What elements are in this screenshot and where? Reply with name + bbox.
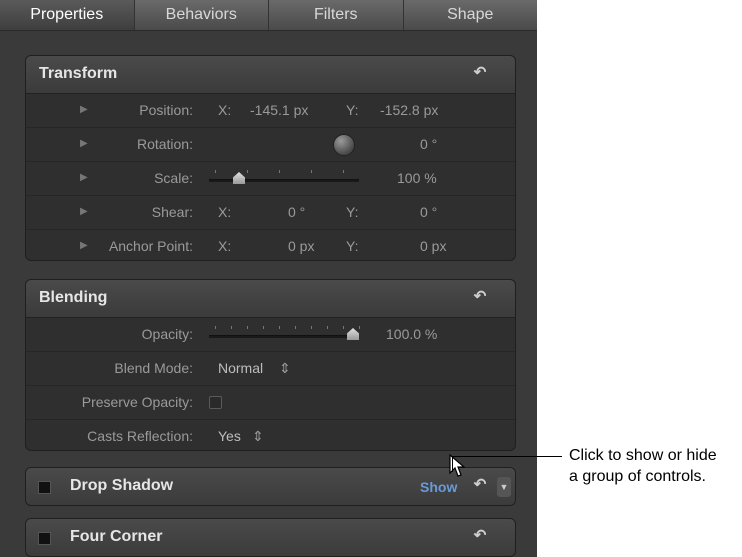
casts-reflection-value[interactable]: Yes <box>218 428 241 444</box>
blend-mode-value[interactable]: Normal <box>218 360 263 376</box>
position-label: Position: <box>139 102 193 118</box>
callout-line-1: Click to show or hide <box>569 447 717 464</box>
anchor-x-value[interactable]: 0 px <box>288 238 314 254</box>
drop-shadow-header[interactable]: Drop Shadow Show ↶ ▼ <box>26 468 515 505</box>
shear-x-label: X: <box>218 204 232 220</box>
callout-line-tick <box>452 456 453 472</box>
callout-line <box>452 456 562 457</box>
rotation-value[interactable]: 0 ° <box>420 136 437 152</box>
tab-filters[interactable]: Filters <box>269 0 404 30</box>
position-y-value[interactable]: -152.8 px <box>380 102 438 118</box>
scale-label: Scale: <box>154 170 193 186</box>
callout-text: Click to show or hide a group of control… <box>569 445 717 487</box>
drop-shadow-enable-checkbox[interactable] <box>38 481 51 494</box>
scale-value[interactable]: 100 % <box>397 170 437 186</box>
show-toggle-link[interactable]: Show <box>420 479 457 495</box>
reset-icon[interactable]: ↶ <box>472 289 488 305</box>
shear-x-value[interactable]: 0 ° <box>288 204 305 220</box>
four-corner-enable-checkbox[interactable] <box>38 532 51 545</box>
scale-ticks <box>215 170 345 174</box>
transform-title: Transform <box>39 65 118 82</box>
transform-group: Transform ↶ ▶ Position: X: -145.1 px Y: … <box>25 55 516 261</box>
disclosure-triangle-icon[interactable]: ▶ <box>80 172 88 183</box>
disclosure-triangle-icon[interactable]: ▶ <box>80 138 88 149</box>
four-corner-header[interactable]: Four Corner ↶ <box>26 519 515 556</box>
disclosure-triangle-icon[interactable]: ▶ <box>80 104 88 115</box>
rotation-label: Rotation: <box>136 136 193 152</box>
shear-y-label: Y: <box>346 204 359 220</box>
position-x-value[interactable]: -145.1 px <box>250 102 308 118</box>
four-corner-group: Four Corner ↶ <box>25 518 516 557</box>
shear-row: ▶ Shear: X: 0 ° Y: 0 ° <box>26 196 515 230</box>
shear-label: Shear: <box>151 204 193 220</box>
rotation-row: ▶ Rotation: 0 ° <box>26 128 515 162</box>
tab-behaviors[interactable]: Behaviors <box>135 0 269 30</box>
transform-header[interactable]: Transform ↶ <box>26 56 515 94</box>
preserve-opacity-label: Preserve Opacity: <box>81 394 193 410</box>
preserve-opacity-checkbox[interactable] <box>209 396 222 409</box>
position-y-label: Y: <box>346 102 359 118</box>
blend-mode-label: Blend Mode: <box>114 360 193 376</box>
tab-shape[interactable]: Shape <box>404 0 538 30</box>
blending-header[interactable]: Blending ↶ <box>26 280 515 318</box>
blending-title: Blending <box>39 289 108 306</box>
opacity-label: Opacity: <box>141 326 193 342</box>
opacity-slider-track[interactable] <box>209 335 359 338</box>
opacity-value[interactable]: 100.0 % <box>386 326 437 342</box>
blend-mode-row: Blend Mode: Normal ⇕ <box>26 352 515 386</box>
shear-y-value[interactable]: 0 ° <box>420 204 437 220</box>
reset-icon[interactable]: ↶ <box>472 477 488 493</box>
chevron-down-icon[interactable]: ▼ <box>497 477 511 497</box>
position-x-label: X: <box>218 102 232 118</box>
four-corner-title: Four Corner <box>70 528 163 545</box>
anchor-y-value[interactable]: 0 px <box>420 238 446 254</box>
drop-shadow-group: Drop Shadow Show ↶ ▼ <box>25 467 516 506</box>
tab-properties[interactable]: Properties <box>0 0 135 30</box>
inspector-tabs: Properties Behaviors Filters Shape <box>0 0 537 31</box>
reset-icon[interactable]: ↶ <box>472 65 488 81</box>
casts-reflection-row: Casts Reflection: Yes ⇕ <box>26 420 515 450</box>
opacity-row: Opacity: 100.0 % <box>26 318 515 352</box>
anchor-point-label: Anchor Point: <box>108 238 193 254</box>
up-down-stepper-icon[interactable]: ⇕ <box>252 428 264 445</box>
anchor-y-label: Y: <box>346 238 359 254</box>
drop-shadow-title: Drop Shadow <box>70 477 174 494</box>
anchor-x-label: X: <box>218 238 232 254</box>
scale-row: ▶ Scale: 100 % <box>26 162 515 196</box>
blending-group: Blending ↶ Opacity: 100.0 % Blend Mode: … <box>25 279 516 451</box>
disclosure-triangle-icon[interactable]: ▶ <box>80 240 88 251</box>
casts-reflection-label: Casts Reflection: <box>87 428 193 444</box>
scale-slider-track[interactable] <box>209 179 359 182</box>
position-row: ▶ Position: X: -145.1 px Y: -152.8 px <box>26 94 515 128</box>
preserve-opacity-row: Preserve Opacity: <box>26 386 515 420</box>
opacity-ticks <box>215 326 365 330</box>
up-down-stepper-icon[interactable]: ⇕ <box>279 360 291 377</box>
rotation-dial[interactable] <box>333 134 355 156</box>
callout-line-2: a group of controls. <box>569 468 706 485</box>
reset-icon[interactable]: ↶ <box>472 528 488 544</box>
disclosure-triangle-icon[interactable]: ▶ <box>80 206 88 217</box>
anchor-point-row: ▶ Anchor Point: X: 0 px Y: 0 px <box>26 230 515 260</box>
